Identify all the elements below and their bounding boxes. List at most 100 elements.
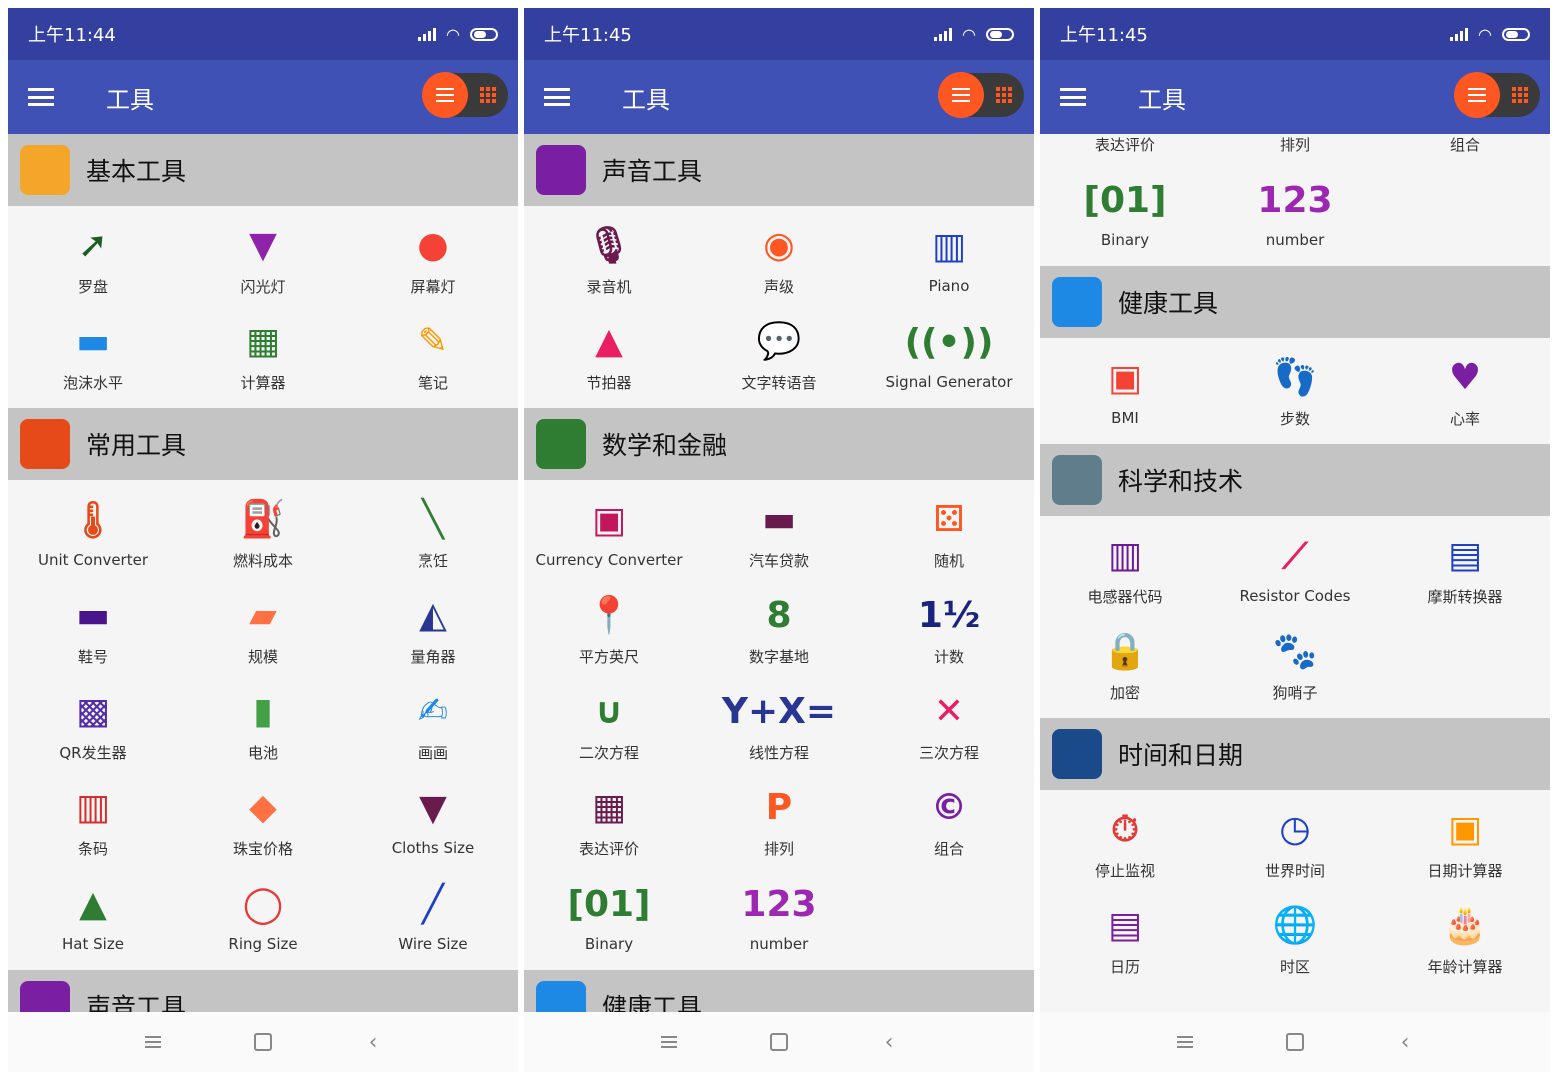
tool-item[interactable]: [01] Binary — [524, 870, 694, 966]
tool-item[interactable]: ⚄ 随机 — [864, 486, 1034, 582]
recents-button[interactable] — [133, 1022, 173, 1062]
tool-item[interactable]: 123 number — [694, 870, 864, 966]
tool-item[interactable]: ▦表达评价 — [524, 774, 694, 870]
tool-item[interactable]: ▤ 摩斯转换器 — [1380, 522, 1550, 618]
tool-item[interactable]: ◭ 量角器 — [348, 582, 518, 678]
tool-list[interactable]: 声音工具 🎙 录音机 ◉ 声级 ▥ Piano ▲ 节拍器 💬 文字转语音 ((•)) Signal G… — [524, 134, 1034, 1012]
tool-item[interactable]: 🌐 时区 — [1210, 892, 1380, 988]
tool-item[interactable]: 👣 步数 — [1210, 344, 1380, 440]
tool-item[interactable]: 📍 平方英尺 — [524, 582, 694, 678]
tool-label: 平方英尺 — [578, 647, 639, 666]
tool-label: Resistor Codes — [1239, 587, 1351, 605]
tool-item[interactable]: 🎂 年龄计算器 — [1380, 892, 1550, 988]
flashlight-icon: ▼ — [249, 224, 277, 266]
grid-view-icon[interactable] — [1512, 87, 1528, 103]
tool-item[interactable]: 123 number — [1210, 166, 1380, 262]
tool-item[interactable]: ▦表达评价 — [1040, 134, 1210, 166]
tool-item[interactable]: ▬ 汽车贷款 — [694, 486, 864, 582]
menu-icon[interactable] — [1060, 88, 1086, 106]
system-nav-bar: ‹ — [1040, 1012, 1550, 1072]
tool-item[interactable]: ©组合 — [864, 774, 1034, 870]
tool-item[interactable]: ➚ 罗盘 — [8, 212, 178, 308]
tool-item[interactable]: 🌡 Unit Converter — [8, 486, 178, 582]
tool-item[interactable]: ✎ 笔记 — [348, 308, 518, 404]
tool-item[interactable]: 1½ 计数 — [864, 582, 1034, 678]
tool-label: Piano — [928, 277, 970, 295]
speaker-icon: ◉ — [763, 224, 795, 266]
tool-item[interactable]: ▬ 泡沫水平 — [8, 308, 178, 404]
list-view-button[interactable] — [938, 72, 984, 118]
tool-item[interactable]: ▥ 条码 — [8, 774, 178, 870]
tool-item[interactable]: ✕ 三次方程 — [864, 678, 1034, 774]
tool-item[interactable]: ✍ 画画 — [348, 678, 518, 774]
tool-item[interactable]: ♥ 心率 — [1380, 344, 1550, 440]
grid-view-icon[interactable] — [996, 87, 1012, 103]
tool-item[interactable]: ▮ 电池 — [178, 678, 348, 774]
cubic-icon: ✕ — [933, 690, 965, 732]
tool-item[interactable]: ⏱ 停止监视 — [1040, 796, 1210, 892]
back-button[interactable]: ‹ — [869, 1022, 909, 1062]
tool-item[interactable]: ▼ 闪光灯 — [178, 212, 348, 308]
back-button[interactable]: ‹ — [1385, 1022, 1425, 1062]
back-button[interactable]: ‹ — [353, 1022, 393, 1062]
home-icon — [254, 1033, 272, 1051]
tool-item[interactable]: ▦ 计算器 — [178, 308, 348, 404]
tool-label: 日历 — [1109, 957, 1140, 976]
tool-item[interactable]: ◉ 声级 — [694, 212, 864, 308]
tool-item[interactable]: ©组合 — [1380, 134, 1550, 166]
signal-icon — [1450, 27, 1469, 41]
recents-button[interactable] — [1165, 1022, 1205, 1062]
home-button[interactable] — [243, 1022, 283, 1062]
globe-icon: 🌐 — [1272, 904, 1318, 946]
menu-icon[interactable] — [544, 88, 570, 106]
tool-item[interactable]: ◯ Ring Size — [178, 870, 348, 966]
tool-item[interactable]: ▥ Piano — [864, 212, 1034, 308]
tool-item[interactable]: ▲ Hat Size — [8, 870, 178, 966]
list-view-button[interactable] — [422, 72, 468, 118]
tool-item[interactable]: ▣ BMI — [1040, 344, 1210, 440]
tool-item[interactable]: ▣ Currency Converter — [524, 486, 694, 582]
tool-item[interactable]: ∪ 二次方程 — [524, 678, 694, 774]
tool-item[interactable]: Y+X= 线性方程 — [694, 678, 864, 774]
recents-button[interactable] — [649, 1022, 689, 1062]
home-button[interactable] — [1275, 1022, 1315, 1062]
tool-item[interactable]: ▥ 电感器代码 — [1040, 522, 1210, 618]
view-toggle[interactable] — [938, 72, 1024, 118]
tool-item[interactable]: ╱ Wire Size — [348, 870, 518, 966]
tool-item[interactable]: ╲ 烹饪 — [348, 486, 518, 582]
tool-item[interactable]: ◆ 珠宝价格 — [178, 774, 348, 870]
tool-item[interactable]: ▲ 节拍器 — [524, 308, 694, 404]
view-toggle[interactable] — [1454, 72, 1540, 118]
tool-item[interactable]: ⛽ 燃料成本 — [178, 486, 348, 582]
tool-item[interactable]: ● 屏幕灯 — [348, 212, 518, 308]
tool-item[interactable]: ⟋ Resistor Codes — [1210, 522, 1380, 618]
menu-icon[interactable] — [28, 88, 54, 106]
tool-label: 排列 — [1279, 135, 1310, 154]
tool-item[interactable]: P排列 — [1210, 134, 1380, 166]
tool-item[interactable]: ▣ 日期计算器 — [1380, 796, 1550, 892]
tool-item[interactable]: ◷ 世界时间 — [1210, 796, 1380, 892]
home-icon — [770, 1033, 788, 1051]
tool-item[interactable]: [01] Binary — [1040, 166, 1210, 262]
tool-item[interactable]: P排列 — [694, 774, 864, 870]
list-view-button[interactable] — [1454, 72, 1500, 118]
tool-item[interactable]: ▬ 鞋号 — [8, 582, 178, 678]
compass-icon: ➚ — [77, 224, 109, 266]
tool-item[interactable]: 💬 文字转语音 — [694, 308, 864, 404]
home-button[interactable] — [759, 1022, 799, 1062]
grid-view-icon[interactable] — [480, 87, 496, 103]
tool-item[interactable]: ▰ 规模 — [178, 582, 348, 678]
view-toggle[interactable] — [422, 72, 508, 118]
tool-list[interactable]: ▦表达评价P排列©组合 [01] Binary 123 number 健康工具 ▣ BMI 👣 步… — [1040, 134, 1550, 1012]
tool-item[interactable]: 8 数字基地 — [694, 582, 864, 678]
tool-item[interactable]: ((•)) Signal Generator — [864, 308, 1034, 404]
tool-item[interactable]: 🎙 录音机 — [524, 212, 694, 308]
tool-item[interactable]: ▩ QR发生器 — [8, 678, 178, 774]
tool-list[interactable]: 基本工具 ➚ 罗盘 ▼ 闪光灯 ● 屏幕灯 ▬ 泡沫水平 ▦ 计算器 ✎ 笔记 常用工具 🌡 Unit Con… — [8, 134, 518, 1012]
tool-item[interactable]: 🐾 狗哨子 — [1210, 618, 1380, 714]
tool-item[interactable]: ▼ Cloths Size — [348, 774, 518, 870]
tool-item[interactable]: ▤ 日历 — [1040, 892, 1210, 988]
heart-rate-icon: ♥ — [1448, 356, 1482, 398]
p-icon: P — [765, 786, 793, 828]
tool-item[interactable]: 🔒 加密 — [1040, 618, 1210, 714]
